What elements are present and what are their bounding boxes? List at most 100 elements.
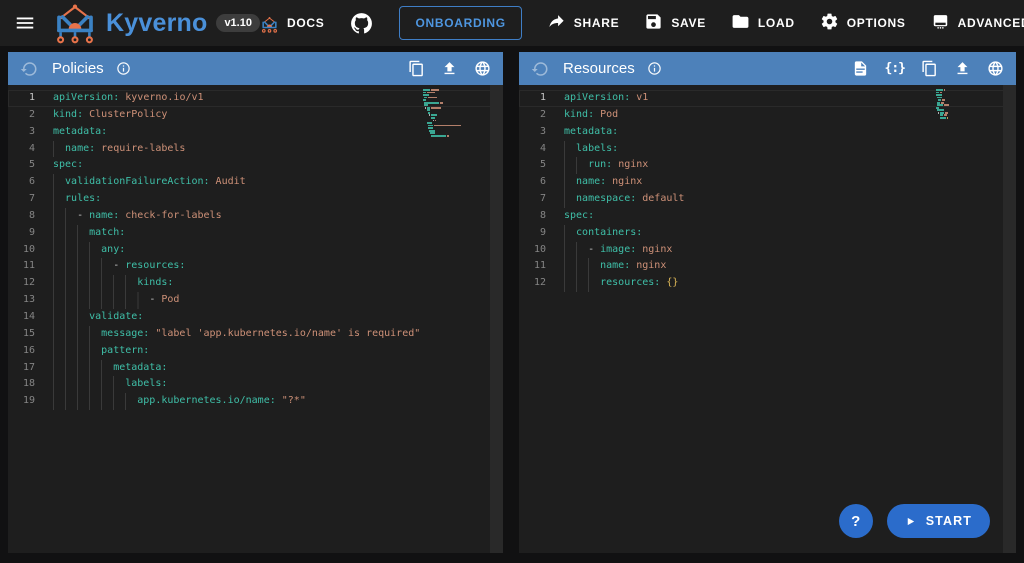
minimap[interactable] xyxy=(423,89,487,137)
line-number: 19 xyxy=(8,393,35,410)
code-line[interactable]: 4name: require-labels xyxy=(8,141,503,158)
code-line[interactable]: 5spec: xyxy=(8,157,503,174)
resources-header-actions: {:} xyxy=(852,60,1004,77)
code-line[interactable]: 19app.kubernetes.io/name: "?*" xyxy=(8,393,503,410)
code-line[interactable]: 16pattern: xyxy=(8,343,503,360)
help-button[interactable]: ? xyxy=(839,504,873,538)
brand-wordmark: Kyverno xyxy=(106,9,207,38)
load-button[interactable]: LOAD xyxy=(731,12,795,34)
line-number: 16 xyxy=(8,343,35,360)
line-number: 9 xyxy=(519,225,546,242)
code-line[interactable]: 14validate: xyxy=(8,309,503,326)
code-line[interactable]: 6validationFailureAction: Audit xyxy=(8,174,503,191)
code-line[interactable]: 3metadata: xyxy=(519,124,1016,141)
code-lines: 1apiVersion: v12kind: Pod3metadata:4labe… xyxy=(519,90,1016,292)
code-lines: 1apiVersion: kyverno.io/v12kind: Cluster… xyxy=(8,90,503,410)
line-number: 1 xyxy=(519,90,546,107)
code-line[interactable]: 12resources: {} xyxy=(519,275,1016,292)
play-icon xyxy=(905,516,916,527)
line-number: 7 xyxy=(8,191,35,208)
window-icon xyxy=(931,12,950,34)
kyverno-playground: { "navbar": { "brand": "Kyverno", "versi… xyxy=(0,0,1024,563)
load-label: LOAD xyxy=(758,16,795,30)
line-number: 11 xyxy=(8,258,35,275)
save-label: SAVE xyxy=(671,16,706,30)
code-line[interactable]: 4labels: xyxy=(519,141,1016,158)
code-line[interactable]: 9containers: xyxy=(519,225,1016,242)
save-icon xyxy=(644,12,663,34)
onboarding-button[interactable]: ONBOARDING xyxy=(399,6,521,40)
start-label: START xyxy=(926,514,972,528)
line-number: 4 xyxy=(519,141,546,158)
code-line[interactable]: 7rules: xyxy=(8,191,503,208)
docs-label: DOCS xyxy=(287,16,324,30)
copy-icon[interactable] xyxy=(921,60,938,77)
globe-icon[interactable] xyxy=(474,60,491,77)
line-number: 6 xyxy=(519,174,546,191)
line-number: 15 xyxy=(8,326,35,343)
code-line[interactable]: 17metadata: xyxy=(8,360,503,377)
line-number: 8 xyxy=(519,208,546,225)
upload-icon[interactable] xyxy=(441,60,458,77)
folder-icon xyxy=(731,12,750,34)
code-line[interactable]: 11- resources: xyxy=(8,258,503,275)
restore-icon[interactable] xyxy=(20,60,38,78)
version-badge: v1.10 xyxy=(216,14,260,32)
code-line[interactable]: 10any: xyxy=(8,242,503,259)
navbar-actions: DOCS ONBOARDING SHARE SAVE LOAD OPTIONS xyxy=(260,6,1024,40)
code-line[interactable]: 8spec: xyxy=(519,208,1016,225)
resources-editor[interactable]: 1apiVersion: v12kind: Pod3metadata:4labe… xyxy=(519,85,1016,553)
upload-icon[interactable] xyxy=(954,60,971,77)
start-button[interactable]: START xyxy=(887,504,990,538)
code-line[interactable]: 8- name: check-for-labels xyxy=(8,208,503,225)
menu-icon[interactable] xyxy=(14,12,36,34)
line-number: 10 xyxy=(8,242,35,259)
info-icon[interactable] xyxy=(647,61,662,76)
line-number: 11 xyxy=(519,258,546,275)
policies-editor[interactable]: 1apiVersion: kyverno.io/v12kind: Cluster… xyxy=(8,85,503,553)
line-number: 7 xyxy=(519,191,546,208)
line-number: 3 xyxy=(519,124,546,141)
code-line[interactable]: 11name: nginx xyxy=(519,258,1016,275)
line-number: 5 xyxy=(519,157,546,174)
advanced-button[interactable]: ADVANCED xyxy=(931,12,1024,34)
line-number: 2 xyxy=(519,107,546,124)
line-number: 8 xyxy=(8,208,35,225)
code-line[interactable]: 13- Pod xyxy=(8,292,503,309)
code-json-icon[interactable]: {:} xyxy=(885,61,905,76)
info-icon[interactable] xyxy=(116,61,131,76)
gear-icon xyxy=(820,12,839,34)
kyverno-docs-icon xyxy=(260,15,279,32)
line-number: 3 xyxy=(8,124,35,141)
line-number: 1 xyxy=(8,90,35,107)
scrollbar[interactable] xyxy=(1003,85,1016,553)
policies-panel-header: Policies xyxy=(8,52,503,85)
github-icon[interactable] xyxy=(349,11,374,36)
save-button[interactable]: SAVE xyxy=(644,12,706,34)
share-button[interactable]: SHARE xyxy=(547,12,620,34)
minimap[interactable] xyxy=(936,89,1000,120)
code-line[interactable]: 7namespace: default xyxy=(519,191,1016,208)
copy-icon[interactable] xyxy=(408,60,425,77)
globe-icon[interactable] xyxy=(987,60,1004,77)
share-icon xyxy=(547,12,566,34)
restore-icon[interactable] xyxy=(531,60,549,78)
docs-button[interactable]: DOCS xyxy=(260,15,324,32)
resources-panel: Resources {:} 1apiVersi xyxy=(519,52,1016,553)
line-number: 13 xyxy=(8,292,35,309)
code-line[interactable]: 15message: "label 'app.kubernetes.io/nam… xyxy=(8,326,503,343)
line-number: 5 xyxy=(8,157,35,174)
options-button[interactable]: OPTIONS xyxy=(820,12,906,34)
code-line[interactable]: 6name: nginx xyxy=(519,174,1016,191)
code-line[interactable]: 12kinds: xyxy=(8,275,503,292)
code-line[interactable]: 10- image: nginx xyxy=(519,242,1016,259)
scrollbar[interactable] xyxy=(490,85,503,553)
code-line[interactable]: 5run: nginx xyxy=(519,157,1016,174)
panel-title: Policies xyxy=(52,60,104,77)
line-number: 18 xyxy=(8,376,35,393)
workspace: Policies 1apiVersion: kyverno.io/v12kind… xyxy=(8,52,1016,553)
code-line[interactable]: 9match: xyxy=(8,225,503,242)
file-document-icon[interactable] xyxy=(852,60,869,77)
code-line[interactable]: 18labels: xyxy=(8,376,503,393)
line-number: 6 xyxy=(8,174,35,191)
